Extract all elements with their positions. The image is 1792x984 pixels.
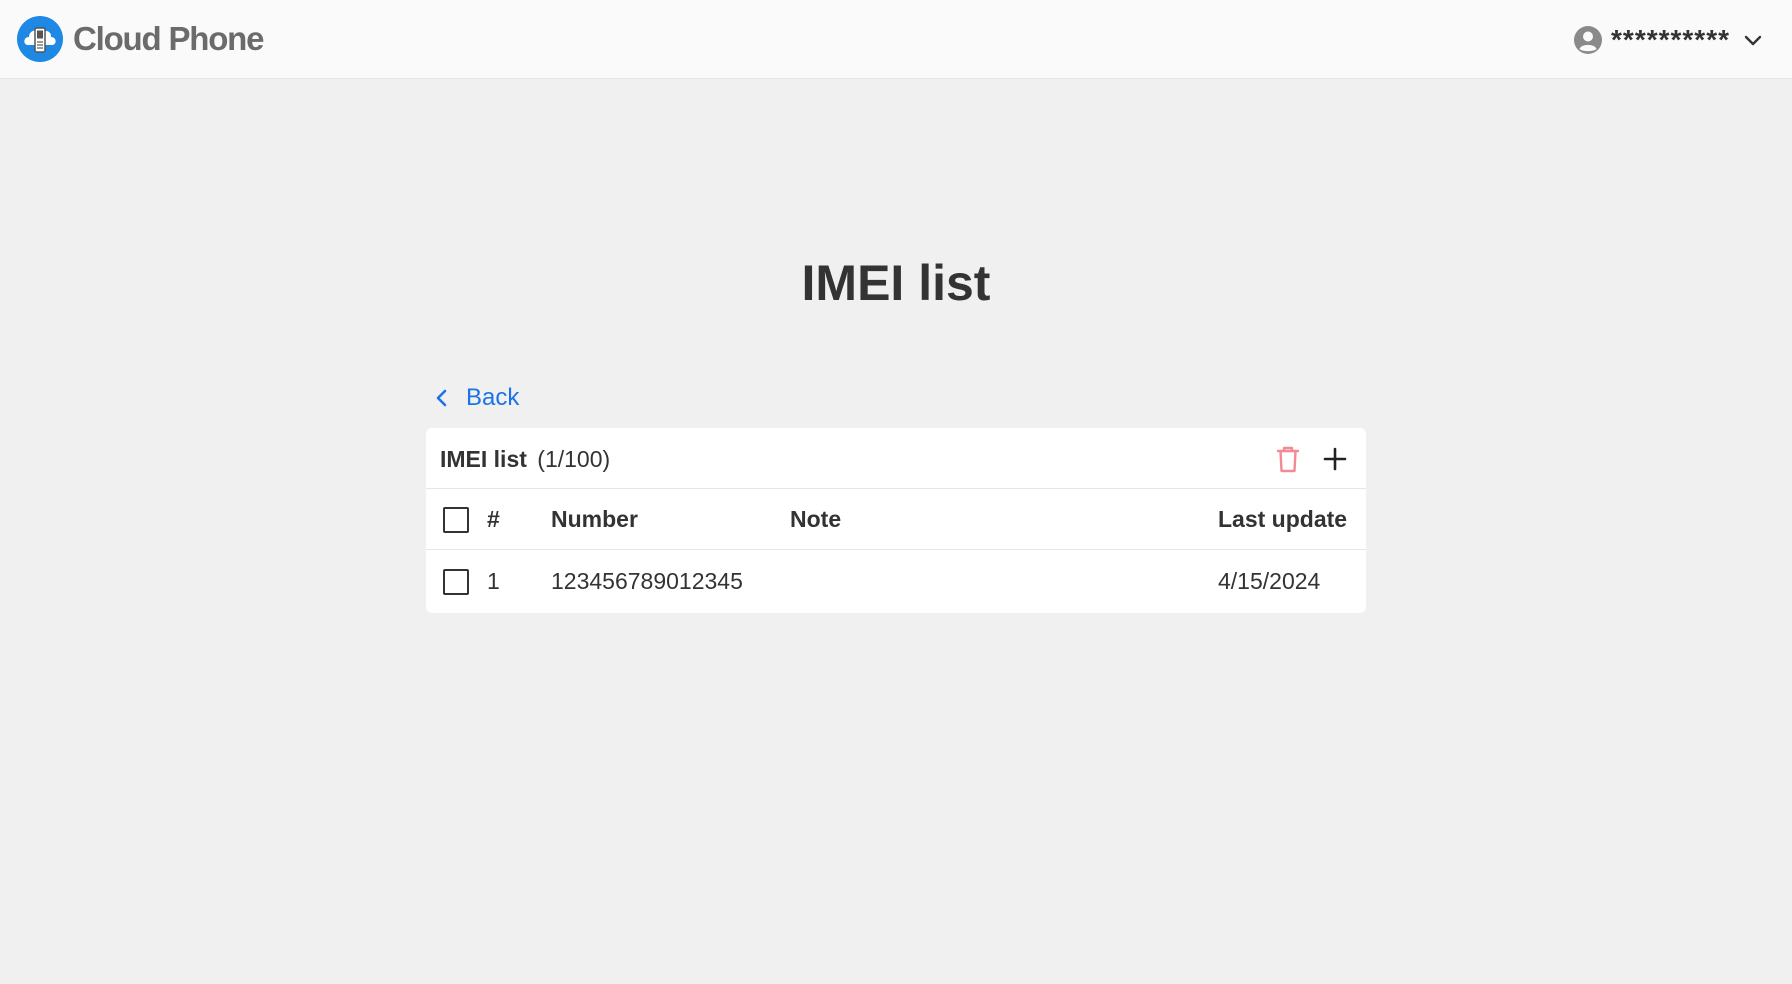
column-header-index: # [487,506,500,532]
column-header-last-update[interactable]: Last update [1218,489,1347,550]
chevron-left-icon [436,389,447,407]
card-header: IMEI list (1/100) [426,428,1366,489]
column-header-number[interactable]: Number [551,489,638,550]
page-title: IMEI list [801,255,991,311]
select-all-checkbox[interactable] [443,507,469,533]
add-button[interactable] [1319,443,1351,475]
row-index: 1 [487,568,500,594]
card-title-label: IMEI list [440,446,527,472]
table-row[interactable]: 1 123456789012345 4/15/2024 [426,551,1366,612]
row-imei-number: 123456789012345 [551,568,743,594]
back-link[interactable]: Back [430,380,519,416]
imei-list-card: IMEI list (1/100) # Number Note Last upd… [426,428,1366,613]
back-label: Back [466,384,520,411]
card-title: IMEI list (1/100) [440,444,610,474]
table-header-row: # Number Note Last update [426,489,1366,550]
user-circle-icon [1574,26,1603,54]
cloud-phone-logo-icon[interactable] [16,15,64,63]
user-name: ********** [1611,24,1730,55]
delete-button[interactable] [1272,443,1304,475]
row-checkbox[interactable] [443,569,469,595]
plus-icon [1323,447,1347,471]
row-last-update: 4/15/2024 [1218,568,1321,594]
top-bar: Cloud Phone ********** [0,0,1792,79]
column-header-note[interactable]: Note [790,489,841,550]
card-title-count: (1/100) [537,446,611,472]
chevron-down-icon[interactable] [1742,29,1764,51]
user-menu[interactable]: ********** [1573,22,1764,58]
brand-name[interactable]: Cloud Phone [73,18,264,60]
trash-icon [1276,446,1300,473]
